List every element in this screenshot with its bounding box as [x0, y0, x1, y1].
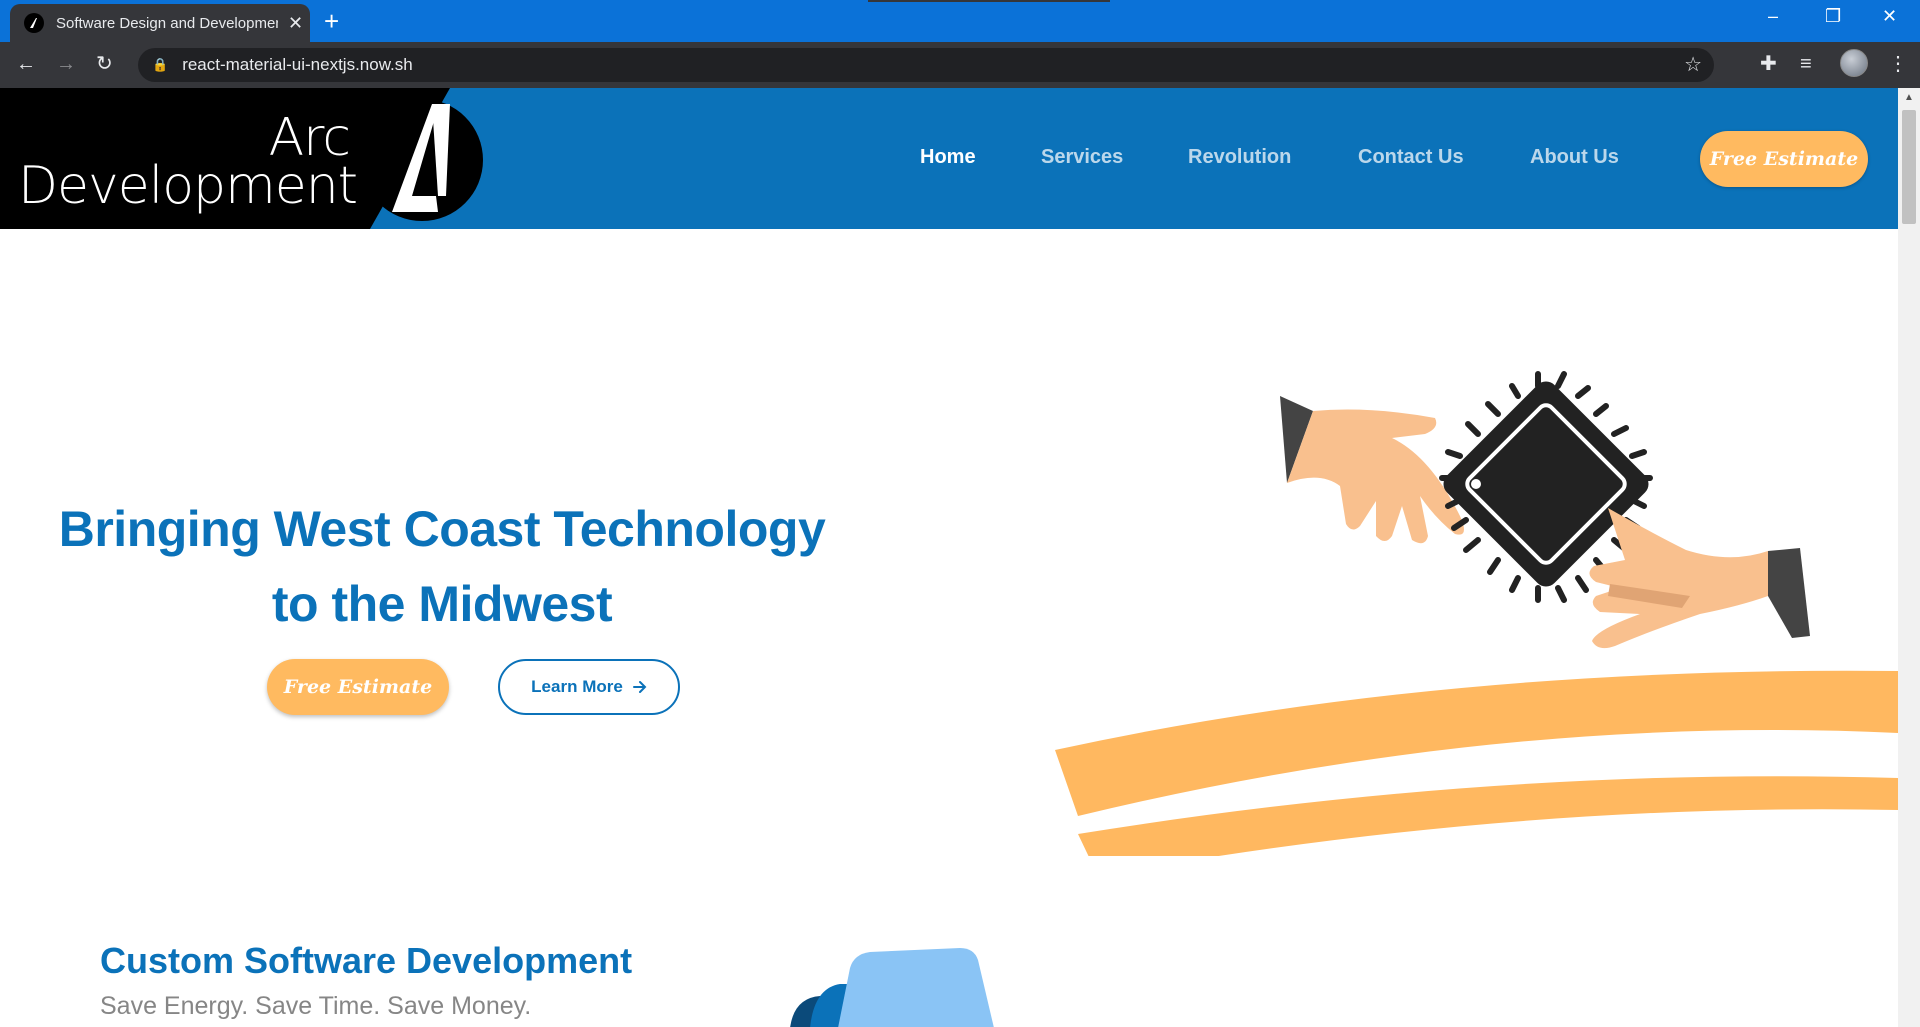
page-scrollbar[interactable]: ▲	[1898, 88, 1920, 1027]
address-bar[interactable]: 🔒 react-material-ui-nextjs.now.sh ☆	[138, 48, 1714, 82]
scroll-up-icon[interactable]: ▲	[1904, 92, 1914, 103]
extensions-puzzle-icon[interactable]: ✚	[1760, 52, 1777, 76]
menu-kebab-icon[interactable]: ⋮	[1888, 52, 1908, 76]
tab-title: Software Design and Development	[56, 14, 278, 32]
nav-contact-us[interactable]: Contact Us	[1358, 146, 1464, 169]
web-page: Arc Development Home Services Revolution…	[0, 88, 1898, 1027]
hero-free-estimate-button[interactable]: Free Estimate	[267, 659, 449, 715]
media-queue-icon[interactable]: ≡	[1800, 52, 1812, 76]
close-window-button[interactable]: ✕	[1882, 6, 1897, 27]
hero-title-line2: to the Midwest	[271, 576, 613, 632]
favicon-icon	[24, 13, 44, 33]
hero-title: Bringing West Coast Technology to the Mi…	[50, 492, 834, 642]
scrollbar-thumb[interactable]	[1902, 110, 1916, 224]
hero-title-line1: Bringing West Coast Technology	[58, 501, 826, 557]
bookmark-star-icon[interactable]: ☆	[1684, 52, 1702, 77]
services-section-subtitle: Save Energy. Save Time. Save Money.	[100, 992, 532, 1020]
nav-revolution[interactable]: Revolution	[1188, 146, 1291, 169]
lock-icon: 🔒	[152, 57, 169, 72]
reload-icon[interactable]: ↻	[96, 52, 113, 76]
restore-button[interactable]: ❐	[1825, 6, 1841, 27]
services-section-title: Custom Software Development	[100, 940, 633, 981]
back-arrow-icon[interactable]: ←	[16, 52, 36, 76]
drag-indicator	[868, 0, 1110, 2]
nav-about-us[interactable]: About Us	[1530, 146, 1619, 169]
arrow-right-icon	[632, 681, 647, 693]
learn-more-button[interactable]: Learn More	[498, 659, 680, 715]
site-logo[interactable]: Arc Development	[0, 88, 490, 229]
logo-text-development: Development	[18, 156, 358, 216]
forward-arrow-icon[interactable]: →	[56, 52, 76, 76]
site-header: Arc Development Home Services Revolution…	[0, 88, 1898, 229]
hero-illustration	[1055, 371, 1898, 856]
url-text[interactable]: react-material-ui-nextjs.now.sh	[182, 55, 413, 75]
minimize-button[interactable]: –	[1768, 6, 1778, 27]
browser-tab[interactable]: Software Design and Development ✕	[10, 4, 310, 42]
nav-home[interactable]: Home	[920, 146, 976, 169]
browser-toolbar: ← → ↻ 🔒 react-material-ui-nextjs.now.sh …	[0, 42, 1920, 88]
browser-titlebar: Software Design and Development ✕ + – ❐ …	[0, 0, 1920, 42]
new-tab-button[interactable]: +	[324, 6, 339, 36]
profile-avatar[interactable]	[1840, 49, 1868, 77]
learn-more-label: Learn More	[531, 677, 623, 696]
nav-services[interactable]: Services	[1041, 146, 1123, 169]
custom-software-icon	[790, 948, 994, 1027]
header-free-estimate-button[interactable]: Free Estimate	[1700, 131, 1868, 187]
tab-close-icon[interactable]: ✕	[288, 13, 303, 34]
